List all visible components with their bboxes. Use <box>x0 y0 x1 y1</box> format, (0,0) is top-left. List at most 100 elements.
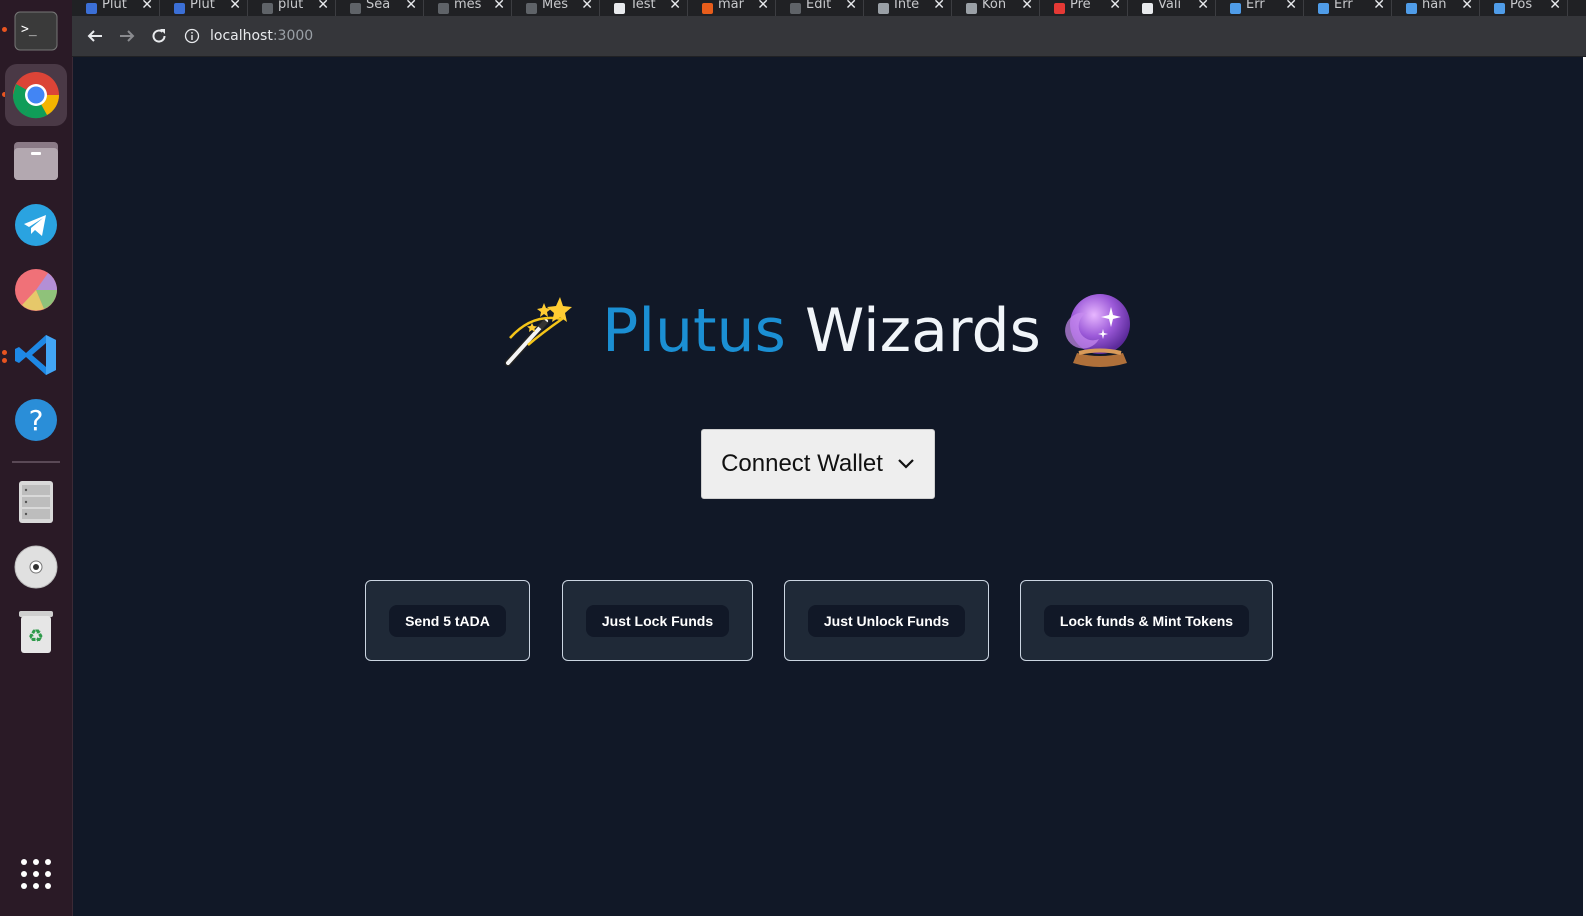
tab-title: Plut <box>102 0 127 11</box>
server-icon[interactable] <box>5 471 67 533</box>
tab-favicon-icon <box>966 2 977 14</box>
tab-title: han <box>1422 0 1447 11</box>
browser-tab[interactable]: Pre ✕ <box>1040 0 1128 16</box>
tab-close-icon[interactable]: ✕ <box>493 0 505 13</box>
browser-tab[interactable]: Inte ✕ <box>864 0 952 16</box>
reload-button[interactable] <box>144 21 174 51</box>
tab-favicon-icon <box>790 2 801 14</box>
browser-tab[interactable]: plut ✕ <box>248 0 336 16</box>
browser-tab[interactable]: Vali ✕ <box>1128 0 1216 16</box>
apps-grid-icon[interactable] <box>5 843 67 905</box>
ubuntu-dock: >_ ? ♻ <box>0 0 73 916</box>
tab-title: Mes <box>542 0 568 11</box>
arrow-left-icon <box>87 30 102 42</box>
tab-title: Edit <box>806 0 832 11</box>
files-icon[interactable] <box>5 129 67 191</box>
tab-title: Vali <box>1158 0 1182 11</box>
svg-text:?: ? <box>29 404 44 437</box>
tab-close-icon[interactable]: ✕ <box>1373 0 1385 13</box>
tab-favicon-icon <box>1142 2 1153 14</box>
chrome-icon[interactable] <box>5 64 67 126</box>
hero-header: Plutus Wizards <box>73 293 1564 369</box>
tab-title: Err <box>1334 0 1353 11</box>
tab-title: Pre <box>1070 0 1091 11</box>
tab-close-icon[interactable]: ✕ <box>933 0 945 13</box>
tab-title: Kon <box>982 0 1007 11</box>
pie-chart-icon[interactable] <box>5 259 67 321</box>
browser-tab[interactable]: Plut ✕ <box>160 0 248 16</box>
tab-favicon-icon <box>1406 2 1417 14</box>
tab-close-icon[interactable]: ✕ <box>757 0 769 13</box>
tab-favicon-icon <box>1054 2 1065 14</box>
tab-title: Plut <box>190 0 215 11</box>
tab-title: plut <box>278 0 304 11</box>
lock-mint-button[interactable]: Lock funds & Mint Tokens <box>1043 604 1250 637</box>
tab-close-icon[interactable]: ✕ <box>317 0 329 13</box>
tab-title: Sea <box>366 0 391 11</box>
tab-close-icon[interactable]: ✕ <box>229 0 241 13</box>
tab-favicon-icon <box>174 2 185 14</box>
tab-close-icon[interactable]: ✕ <box>405 0 417 13</box>
reload-icon <box>152 29 166 43</box>
browser-tab[interactable]: Pos ✕ <box>1480 0 1568 16</box>
tab-close-icon[interactable]: ✕ <box>1197 0 1209 13</box>
tab-close-icon[interactable]: ✕ <box>669 0 681 13</box>
tab-strip: Plut ✕ Plut ✕ plut ✕ Sea ✕ mes ✕ Mes ✕ Test ✕ mar ✕ Edit… <box>72 0 1586 16</box>
browser-tab[interactable]: Kon ✕ <box>952 0 1040 16</box>
trash-icon[interactable]: ♻ <box>5 601 67 663</box>
tab-close-icon[interactable]: ✕ <box>581 0 593 13</box>
terminal-icon[interactable]: >_ <box>5 0 67 62</box>
send-tada-button[interactable]: Send 5 tADA <box>389 604 506 637</box>
web-page: Plutus Wizards Connect Wallet Send 5 tAD… <box>73 57 1564 916</box>
address-bar[interactable]: localhost:3000 <box>184 21 313 51</box>
browser-tab[interactable]: Err ✕ <box>1304 0 1392 16</box>
browser-tab[interactable]: Edit ✕ <box>776 0 864 16</box>
arrow-right-icon <box>120 30 135 42</box>
tab-favicon-icon <box>614 2 625 14</box>
browser-tab[interactable]: Err ✕ <box>1216 0 1304 16</box>
connect-wallet-button[interactable]: Connect Wallet <box>701 429 935 499</box>
connect-wallet-label: Connect Wallet <box>721 450 883 477</box>
browser-tab[interactable]: Plut ✕ <box>72 0 160 16</box>
tab-title: mes <box>454 0 482 11</box>
telegram-icon[interactable] <box>5 194 67 256</box>
help-icon[interactable]: ? <box>5 389 67 451</box>
lock-mint-card: Lock funds & Mint Tokens <box>1020 580 1273 661</box>
url-host: localhost <box>210 28 273 44</box>
tab-favicon-icon <box>1230 2 1241 14</box>
browser-tab[interactable]: Test ✕ <box>600 0 688 16</box>
tab-close-icon[interactable]: ✕ <box>141 0 153 13</box>
crystal-ball-icon <box>1064 293 1135 369</box>
url-port: :3000 <box>272 28 314 44</box>
lock-funds-button[interactable]: Just Lock Funds <box>585 604 730 637</box>
tab-close-icon[interactable]: ✕ <box>1109 0 1121 13</box>
tab-close-icon[interactable]: ✕ <box>845 0 857 13</box>
browser-tab[interactable]: mes ✕ <box>424 0 512 16</box>
browser-tab[interactable]: han ✕ <box>1392 0 1480 16</box>
tab-close-icon[interactable]: ✕ <box>1549 0 1561 13</box>
browser-tab[interactable]: Mes ✕ <box>512 0 600 16</box>
back-button[interactable] <box>80 21 110 51</box>
forward-button[interactable] <box>112 21 142 51</box>
tab-favicon-icon <box>438 2 449 14</box>
tab-favicon-icon <box>86 2 97 14</box>
tab-close-icon[interactable]: ✕ <box>1461 0 1473 13</box>
dock-separator <box>12 461 60 463</box>
unlock-funds-button[interactable]: Just Unlock Funds <box>807 604 966 637</box>
browser-toolbar: localhost:3000 <box>72 16 1586 57</box>
tab-favicon-icon <box>1318 2 1329 14</box>
tab-title: Test <box>630 0 656 11</box>
magic-wand-icon <box>502 293 578 369</box>
browser-tab[interactable]: Sea ✕ <box>336 0 424 16</box>
disc-icon[interactable] <box>5 536 67 598</box>
tab-favicon-icon <box>526 2 537 14</box>
tab-favicon-icon <box>262 2 273 14</box>
tab-close-icon[interactable]: ✕ <box>1285 0 1297 13</box>
tab-favicon-icon <box>878 2 889 14</box>
send-tada-card: Send 5 tADA <box>365 580 530 661</box>
browser-tab[interactable]: mar ✕ <box>688 0 776 16</box>
tab-close-icon[interactable]: ✕ <box>1021 0 1033 13</box>
title-wizards: Wizards <box>804 296 1041 366</box>
vscode-icon[interactable] <box>5 324 67 386</box>
unlock-funds-card: Just Unlock Funds <box>784 580 989 661</box>
